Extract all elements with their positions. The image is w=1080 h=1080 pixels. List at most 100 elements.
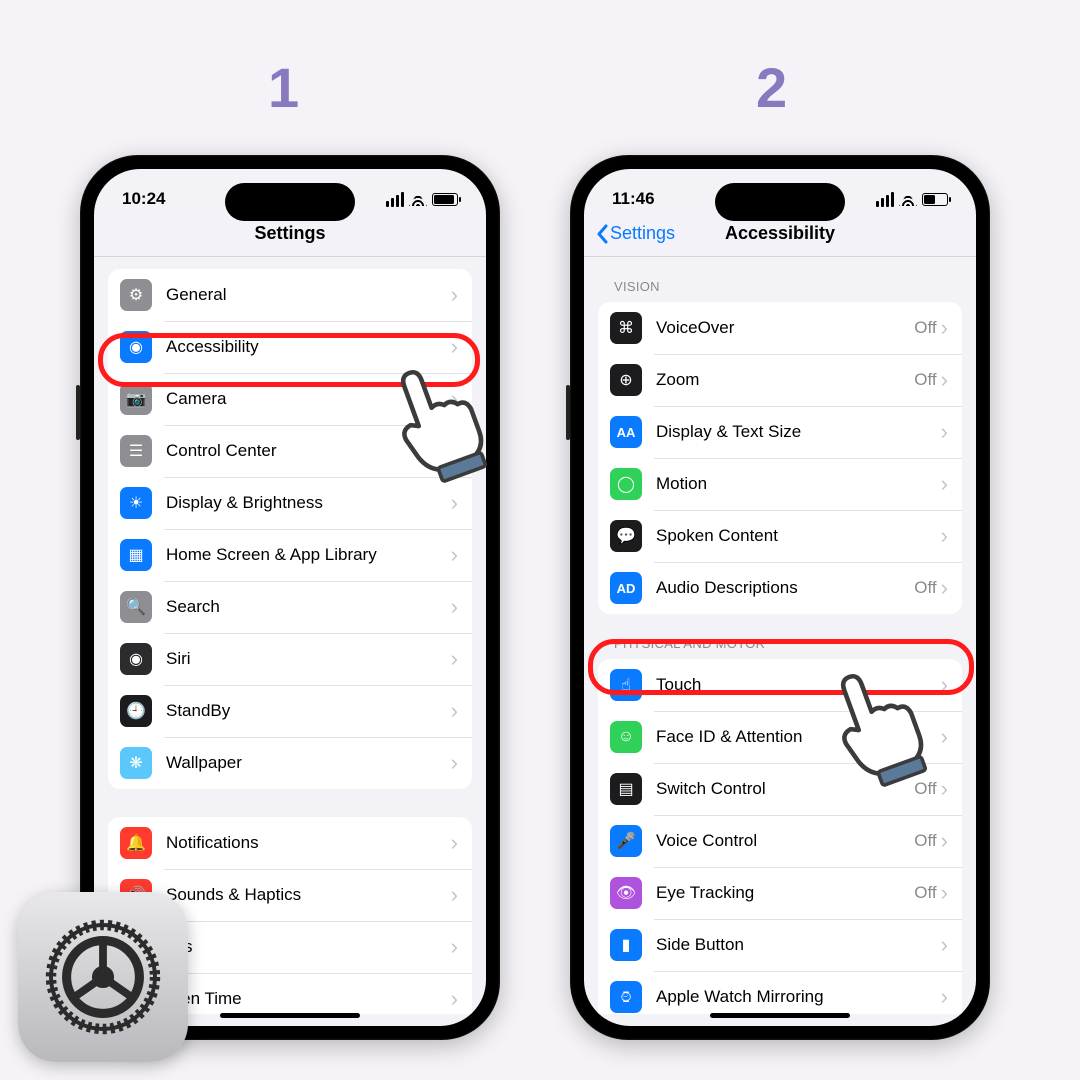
side-icon: ▮ [610, 929, 642, 961]
settings-row-zoom[interactable]: ⊕ZoomOff› [598, 354, 962, 406]
settings-row-apple-watch-mirroring[interactable]: ⌚︎Apple Watch Mirroring› [598, 971, 962, 1014]
chevron-right-icon: › [941, 934, 948, 956]
section-header-physical: PHYSICAL AND MOTOR [584, 614, 976, 659]
settings-row-voice-control[interactable]: 🎤Voice ControlOff› [598, 815, 962, 867]
chevron-right-icon: › [451, 700, 458, 722]
settings-row-voiceover[interactable]: ⌘VoiceOverOff› [598, 302, 962, 354]
row-label: Siri [166, 649, 451, 669]
chevron-left-icon [596, 224, 608, 244]
chevron-right-icon: › [451, 492, 458, 514]
row-value: Off [914, 370, 936, 390]
chevron-right-icon: › [451, 832, 458, 854]
row-label: Sounds & Haptics [166, 885, 451, 905]
switch-icon: ▤ [610, 773, 642, 805]
status-time: 10:24 [122, 189, 165, 209]
chevron-right-icon: › [941, 369, 948, 391]
settings-row-motion[interactable]: ◯ Motion› [598, 458, 962, 510]
chevron-right-icon: › [451, 988, 458, 1010]
nav-bar: Settings Accessibility [584, 215, 976, 257]
row-label: Accessibility [166, 337, 451, 357]
chevron-right-icon: › [941, 473, 948, 495]
home-indicator[interactable] [710, 1013, 850, 1018]
chevron-right-icon: › [451, 596, 458, 618]
accessibility-list[interactable]: VISION ⌘VoiceOverOff›⊕ZoomOff›AADisplay … [584, 257, 976, 1014]
clock-icon: 🕘 [120, 695, 152, 727]
row-label: reen Time [166, 989, 451, 1009]
row-value: Off [914, 578, 936, 598]
search-icon: 🔍 [120, 591, 152, 623]
dynamic-island [225, 183, 355, 221]
chevron-right-icon: › [941, 525, 948, 547]
touch-icon: ☝︎ [610, 669, 642, 701]
aa-icon: AA [610, 416, 642, 448]
row-label: VoiceOver [656, 318, 914, 338]
settings-row-side-button[interactable]: ▮ Side Button› [598, 919, 962, 971]
gear-icon [38, 912, 168, 1042]
hand-pointer-icon [818, 666, 928, 794]
row-label: Voice Control [656, 831, 914, 851]
chevron-right-icon: › [941, 882, 948, 904]
settings-row-spoken-content[interactable]: 💬 Spoken Content› [598, 510, 962, 562]
row-value: Off [914, 318, 936, 338]
speech-icon: 💬 [610, 520, 642, 552]
row-label: Side Button [656, 935, 941, 955]
row-label: Zoom [656, 370, 914, 390]
settings-row-standby[interactable]: 🕘 StandBy› [108, 685, 472, 737]
row-label: Spoken Content [656, 526, 941, 546]
watch-icon: ⌚︎ [610, 981, 642, 1013]
settings-row-audio-descriptions[interactable]: ADAudio DescriptionsOff› [598, 562, 962, 614]
chevron-right-icon: › [451, 336, 458, 358]
settings-row-general[interactable]: ⚙︎General› [108, 269, 472, 321]
settings-group: ⌘VoiceOverOff›⊕ZoomOff›AADisplay & Text … [598, 302, 962, 614]
chevron-right-icon: › [941, 778, 948, 800]
vo-icon: ⌘ [610, 312, 642, 344]
wifi-icon [899, 192, 917, 206]
camera-icon: 📷 [120, 383, 152, 415]
settings-row-home-screen-app-library[interactable]: ▦Home Screen & App Library› [108, 529, 472, 581]
wifi-icon [409, 192, 427, 206]
cellular-icon [386, 192, 404, 207]
settings-row-notifications[interactable]: 🔔Notifications› [108, 817, 472, 869]
row-label: Home Screen & App Library [166, 545, 451, 565]
row-label: Notifications [166, 833, 451, 853]
home-indicator[interactable] [220, 1013, 360, 1018]
chevron-right-icon: › [451, 544, 458, 566]
cellular-icon [876, 192, 894, 207]
sliders-icon: ☰ [120, 435, 152, 467]
chevron-right-icon: › [941, 674, 948, 696]
person-icon: ◉ [120, 331, 152, 363]
settings-row-search[interactable]: 🔍Search› [108, 581, 472, 633]
settings-row-display-text-size[interactable]: AADisplay & Text Size› [598, 406, 962, 458]
chevron-right-icon: › [451, 648, 458, 670]
row-value: Off [914, 883, 936, 903]
face-icon: ☺︎ [610, 721, 642, 753]
settings-row-siri[interactable]: ◉Siri› [108, 633, 472, 685]
chevron-right-icon: › [941, 986, 948, 1008]
phone-mockup-2: 11:46 Settings Accessibility VISION ⌘Voi… [570, 155, 990, 1040]
flower-icon: ❋ [120, 747, 152, 779]
chevron-right-icon: › [941, 726, 948, 748]
row-label: Eye Tracking [656, 883, 914, 903]
status-time: 11:46 [612, 189, 655, 209]
chevron-right-icon: › [451, 884, 458, 906]
row-label: General [166, 285, 451, 305]
chevron-right-icon: › [941, 421, 948, 443]
settings-row-wallpaper[interactable]: ❋ Wallpaper› [108, 737, 472, 789]
sun-icon: ☀︎ [120, 487, 152, 519]
ad-icon: AD [610, 572, 642, 604]
battery-icon [432, 193, 458, 206]
dynamic-island [715, 183, 845, 221]
row-label: StandBy [166, 701, 451, 721]
row-label: cus [166, 937, 451, 957]
row-label: Display & Brightness [166, 493, 451, 513]
back-label: Settings [610, 223, 675, 244]
row-label: Motion [656, 474, 941, 494]
settings-group: ⚙︎General›◉Accessibility›📷Camera›☰Contro… [108, 269, 472, 789]
chevron-right-icon: › [451, 752, 458, 774]
motion-icon: ◯ [610, 468, 642, 500]
back-button[interactable]: Settings [596, 223, 675, 244]
settings-row-eye-tracking[interactable]: 👁 Eye TrackingOff› [598, 867, 962, 919]
eye-icon: 👁 [610, 877, 642, 909]
row-label: Wallpaper [166, 753, 451, 773]
gear-icon: ⚙︎ [120, 279, 152, 311]
